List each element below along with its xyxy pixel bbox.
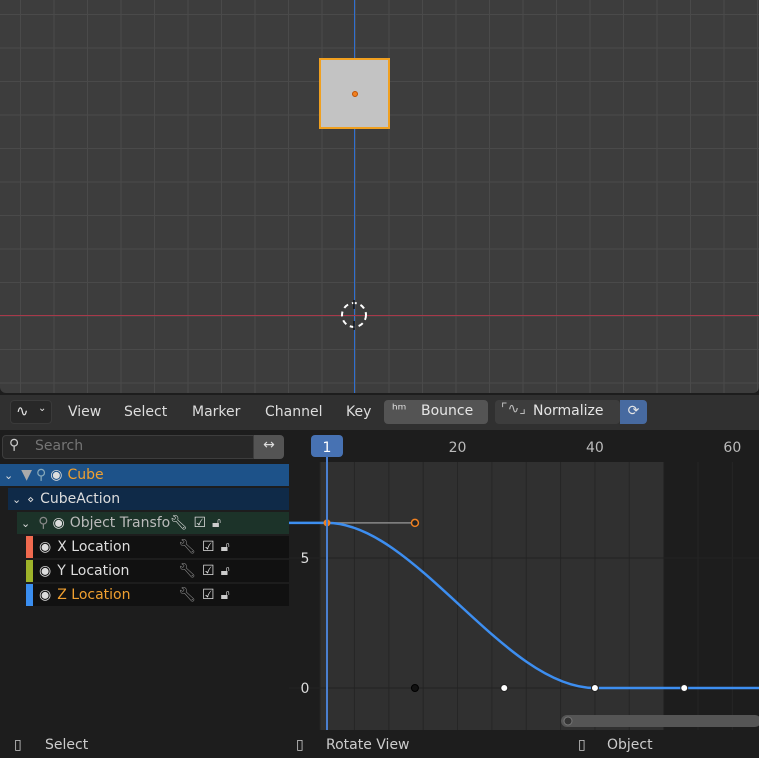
curve-label: X Location bbox=[57, 539, 131, 555]
channel-x-location[interactable]: ◉ X Location 🔧︎ ☑ 🔓︎ bbox=[26, 536, 289, 558]
editor-type-button[interactable]: ∿ ⌄ bbox=[10, 400, 52, 424]
keyframe-point bbox=[500, 684, 509, 692]
origin-dot bbox=[352, 91, 358, 97]
eye-icon[interactable]: ◉ bbox=[39, 587, 51, 603]
search-input[interactable] bbox=[35, 438, 245, 454]
normalize-icon: ⌜∿⌟ bbox=[501, 401, 526, 417]
frame-tick-label: 20 bbox=[449, 440, 467, 456]
object-triangle-icon: ▼ bbox=[21, 467, 32, 483]
x-axis-line bbox=[0, 315, 759, 316]
chevron-down-icon[interactable]: ⌄ bbox=[4, 469, 13, 482]
status-object: Object bbox=[607, 737, 653, 753]
channel-object-cube[interactable]: ⌄ ▼ ⚲ ◉ Cube bbox=[0, 464, 289, 486]
chevron-down-icon[interactable]: ⌄ bbox=[21, 517, 30, 530]
color-swatch bbox=[26, 584, 33, 606]
eye-icon[interactable]: ◉ bbox=[39, 563, 51, 579]
wrench-icon[interactable]: 🔧︎ bbox=[178, 539, 196, 555]
status-select: Select bbox=[45, 737, 89, 753]
color-swatch bbox=[26, 536, 33, 558]
chevron-down-icon[interactable]: ⌄ bbox=[12, 493, 21, 506]
channel-action[interactable]: ⌄ ⋄ CubeAction bbox=[8, 488, 289, 510]
channel-group[interactable]: ⌄ ⚲ ◉ Object Transfo 🔧︎ ☑ 🔓︎ bbox=[17, 512, 289, 534]
color-swatch bbox=[26, 560, 33, 582]
normalize-button[interactable]: ⌜∿⌟ Normalize bbox=[495, 400, 620, 424]
chevron-down-icon: ⌄ bbox=[38, 403, 47, 414]
scrollbar-handle[interactable] bbox=[563, 716, 573, 726]
search-field[interactable]: ⚲ bbox=[2, 435, 254, 459]
checkbox-icon[interactable]: ☑ bbox=[202, 587, 215, 603]
menu-view[interactable]: View bbox=[68, 404, 101, 420]
horizontal-scrollbar[interactable] bbox=[561, 715, 759, 727]
channel-y-location[interactable]: ◉ Y Location 🔧︎ ☑ 🔓︎ bbox=[26, 560, 289, 582]
menu-key[interactable]: Key bbox=[346, 404, 371, 420]
object-name: Cube bbox=[67, 467, 104, 483]
action-name: CubeAction bbox=[40, 491, 121, 507]
eye-icon[interactable]: ◉ bbox=[52, 515, 64, 531]
swap-filter-button[interactable]: ↔ bbox=[254, 435, 284, 459]
refresh-icon: ⟳ bbox=[627, 403, 640, 419]
mouse-left-icon: ▯ bbox=[14, 737, 22, 753]
value-tick-label: 5 bbox=[301, 551, 310, 567]
curve-label: Y Location bbox=[57, 563, 130, 579]
3d-viewport[interactable] bbox=[0, 0, 759, 393]
curve-point bbox=[410, 684, 419, 692]
action-icon: ⋄ bbox=[27, 492, 35, 506]
cube-object[interactable] bbox=[319, 58, 390, 129]
pin-icon[interactable]: ⚲ bbox=[36, 467, 46, 483]
auto-normalize-toggle[interactable]: ⟳ bbox=[620, 400, 647, 424]
keyframe-point bbox=[590, 684, 599, 692]
3d-cursor-icon[interactable] bbox=[339, 300, 369, 330]
wrench-icon[interactable]: 🔧︎ bbox=[178, 587, 196, 603]
menu-select[interactable]: Select bbox=[124, 404, 167, 420]
keyframe-point bbox=[680, 684, 689, 692]
menu-channel[interactable]: Channel bbox=[265, 404, 322, 420]
bounce-icon: ʰᵐ bbox=[392, 402, 407, 418]
bounce-label: Bounce bbox=[421, 403, 474, 419]
eye-icon[interactable]: ◉ bbox=[50, 467, 62, 483]
lock-icon[interactable]: 🔓︎ bbox=[221, 587, 230, 603]
checkbox-icon[interactable]: ☑ bbox=[202, 539, 215, 555]
wrench-icon[interactable]: 🔧︎ bbox=[178, 563, 196, 579]
lock-icon[interactable]: 🔓︎ bbox=[212, 515, 221, 531]
lock-icon[interactable]: 🔓︎ bbox=[221, 539, 230, 555]
pin-icon[interactable]: ⚲ bbox=[38, 515, 48, 531]
search-icon: ⚲ bbox=[9, 437, 20, 453]
wrench-icon[interactable]: 🔧︎ bbox=[170, 515, 188, 531]
current-frame-label: 1 bbox=[323, 440, 332, 456]
channel-z-location[interactable]: ◉ Z Location 🔧︎ ☑ 🔓︎ bbox=[26, 584, 289, 606]
interpolation-bounce-button[interactable]: ʰᵐ Bounce bbox=[384, 400, 488, 424]
group-name: Object Transfo bbox=[69, 515, 170, 531]
value-tick-label: 0 bbox=[301, 681, 310, 697]
frame-tick-label: 60 bbox=[723, 440, 741, 456]
status-rotate-view: Rotate View bbox=[326, 737, 410, 753]
graph-editor-header: ∿ ⌄ View Select Marker Channel Key ʰᵐ Bou… bbox=[0, 395, 759, 430]
channel-list: ⚲ ↔ ⌄ ▼ ⚲ ◉ Cube ⌄ ⋄ CubeAction ⌄ ⚲ ◉ Ob… bbox=[0, 430, 289, 730]
lock-icon[interactable]: 🔓︎ bbox=[221, 563, 230, 579]
checkbox-icon[interactable]: ☑ bbox=[202, 563, 215, 579]
menu-marker[interactable]: Marker bbox=[192, 404, 240, 420]
status-bar: ▯ Select ▯ Rotate View ▯ Object bbox=[0, 730, 759, 758]
eye-icon[interactable]: ◉ bbox=[39, 539, 51, 555]
mouse-middle-icon: ▯ bbox=[296, 737, 304, 753]
graph-area[interactable]: 20 40 60 5 0 1 bbox=[289, 430, 759, 730]
mouse-right-icon: ▯ bbox=[578, 737, 586, 753]
normalize-label: Normalize bbox=[533, 403, 604, 419]
curve-label: Z Location bbox=[57, 587, 131, 603]
checkbox-icon[interactable]: ☑ bbox=[193, 515, 206, 531]
frame-tick-label: 40 bbox=[586, 440, 604, 456]
handle-point bbox=[410, 518, 420, 528]
graph-editor-icon: ∿ bbox=[16, 402, 29, 420]
